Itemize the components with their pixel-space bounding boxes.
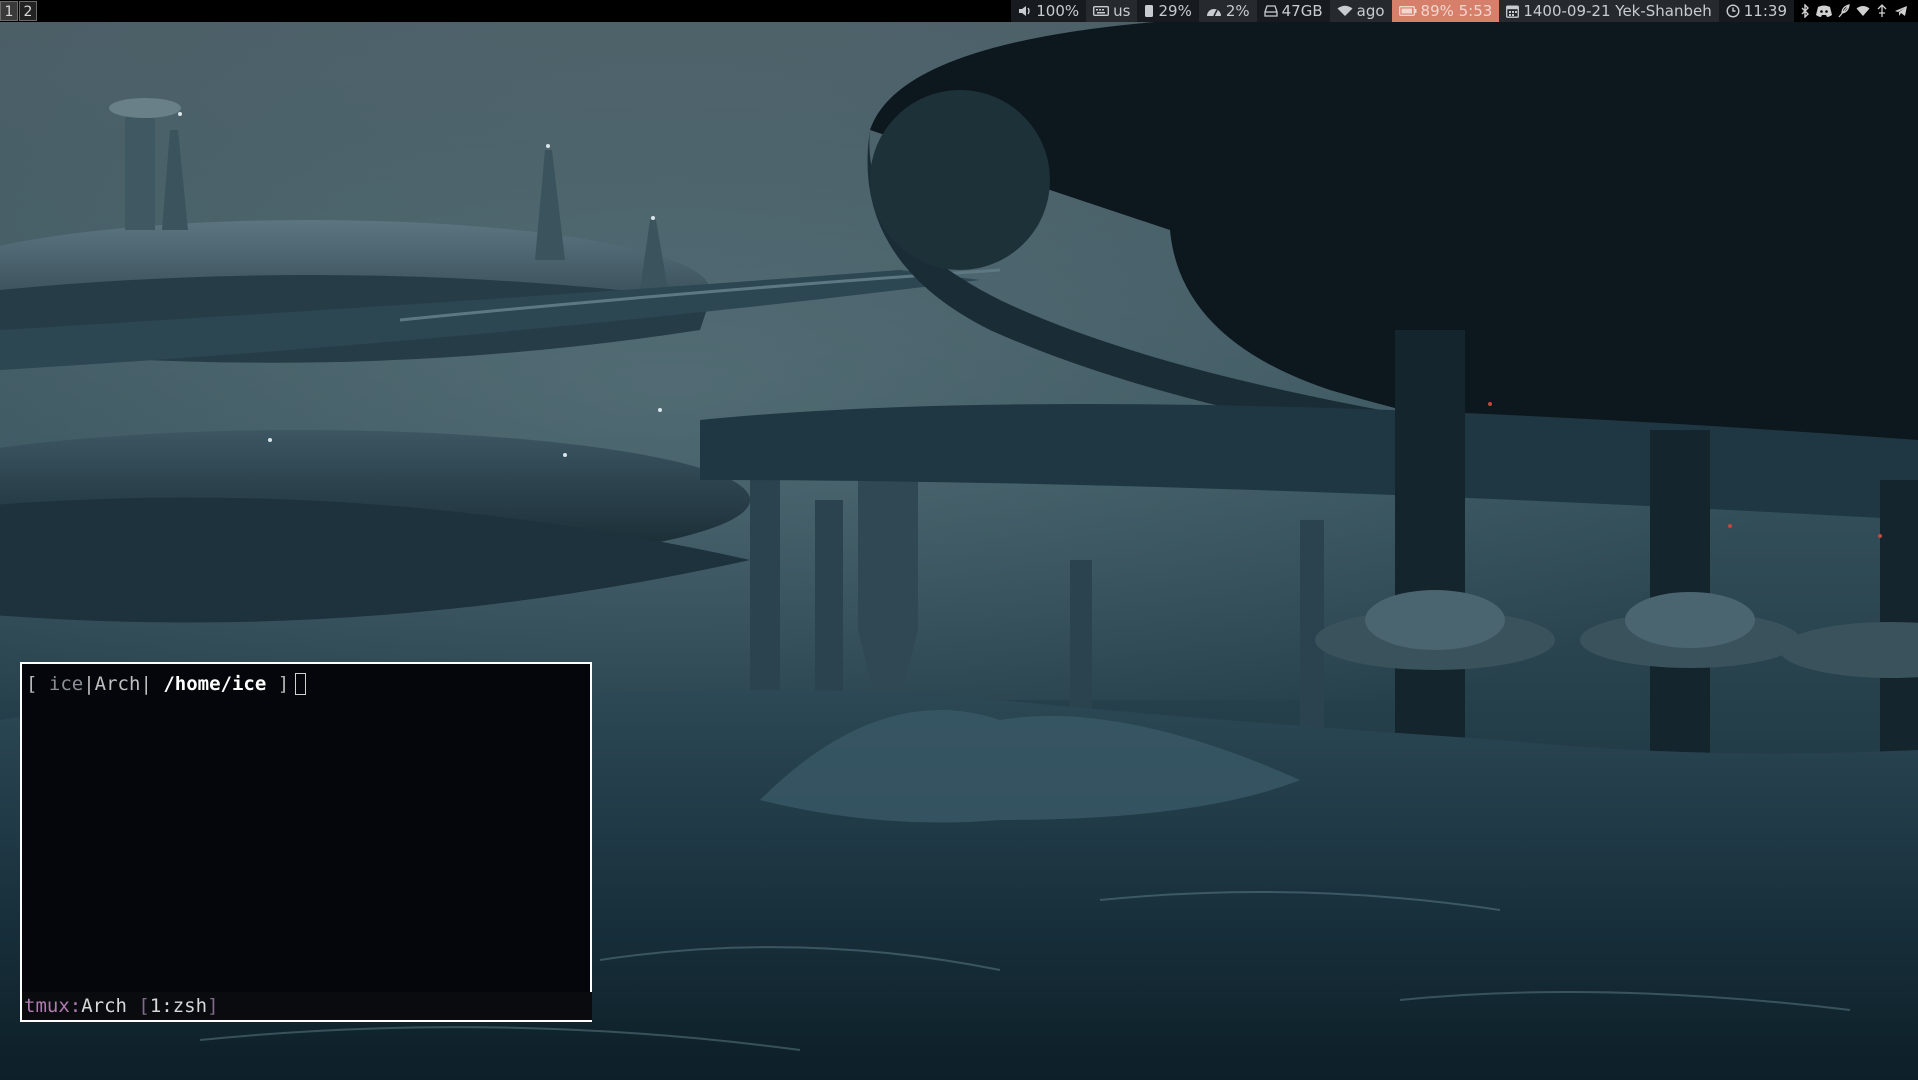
prompt-close-bracket: ] bbox=[266, 673, 290, 695]
prompt-path: /home/ice bbox=[163, 673, 267, 695]
prompt-host: Arch bbox=[94, 673, 141, 695]
disk-value: 47GB bbox=[1281, 2, 1323, 20]
volume-value: 100% bbox=[1036, 2, 1080, 20]
memory-value: 29% bbox=[1158, 2, 1192, 20]
wifi-tray-icon[interactable] bbox=[1856, 5, 1870, 17]
date-block[interactable]: 1400-09-21 Yek-Shanbeh bbox=[1499, 0, 1719, 22]
tmux-window-close-bracket: ] bbox=[207, 995, 219, 1017]
status-blocks: 100% us 29% 2% 47GB ago 89% 5:53 1400-09… bbox=[1011, 0, 1914, 22]
gauge-icon bbox=[1206, 5, 1222, 17]
tmux-session-name: Arch bbox=[81, 995, 127, 1017]
tmux-window-open-bracket: [ bbox=[126, 995, 150, 1017]
tmux-status-bar: tmux:Arch [1:zsh] bbox=[22, 992, 592, 1020]
tmux-label: tmux: bbox=[24, 995, 82, 1017]
prompt-separator-2: | bbox=[140, 673, 164, 695]
cpu-value: 2% bbox=[1225, 2, 1250, 20]
workspace-1-button[interactable]: 1 bbox=[0, 1, 18, 21]
memory-icon bbox=[1144, 4, 1154, 18]
feather-icon[interactable] bbox=[1838, 4, 1850, 18]
cpu-block[interactable]: 2% bbox=[1198, 0, 1257, 22]
wifi-icon bbox=[1337, 5, 1353, 17]
bluetooth-icon[interactable] bbox=[1800, 4, 1810, 18]
telegram-icon[interactable] bbox=[1894, 5, 1908, 17]
calendar-icon bbox=[1506, 4, 1520, 18]
keyboard-layout-value: us bbox=[1113, 2, 1131, 20]
text-cursor bbox=[295, 673, 307, 695]
keyboard-layout-block[interactable]: us bbox=[1086, 0, 1138, 22]
prompt-user: ice bbox=[48, 673, 84, 695]
workspace-switcher: 1 2 bbox=[0, 0, 38, 22]
volume-block[interactable]: 100% bbox=[1011, 0, 1087, 22]
speaker-icon bbox=[1018, 4, 1032, 18]
battery-icon bbox=[1398, 5, 1417, 17]
keyboard-icon bbox=[1093, 5, 1110, 17]
discord-icon[interactable] bbox=[1816, 5, 1832, 17]
system-tray bbox=[1794, 0, 1914, 22]
tmux-window-tab[interactable]: 1:zsh bbox=[150, 995, 207, 1017]
top-bar: 1 2 100% us 29% 2% 47GB ago 89% 5:53 140… bbox=[0, 0, 1918, 22]
disk-block[interactable]: 47GB bbox=[1256, 0, 1330, 22]
network-manager-icon[interactable] bbox=[1876, 4, 1888, 18]
prompt-open-bracket: [ bbox=[26, 673, 49, 695]
wifi-value: ago bbox=[1356, 2, 1385, 20]
terminal-window[interactable]: [ ice|Arch| /home/ice ] tmux:Arch [1:zsh… bbox=[20, 662, 592, 1022]
clock-value: 11:39 bbox=[1743, 2, 1787, 20]
date-value: 1400-09-21 Yek-Shanbeh bbox=[1523, 2, 1712, 20]
clock-icon bbox=[1726, 4, 1740, 18]
disk-icon bbox=[1263, 5, 1278, 17]
battery-value: 89% 5:53 bbox=[1420, 2, 1493, 20]
wifi-block[interactable]: ago bbox=[1329, 0, 1392, 22]
prompt-separator: | bbox=[83, 673, 95, 695]
desktop: 1 2 100% us 29% 2% 47GB ago 89% 5:53 140… bbox=[0, 0, 1918, 1080]
memory-block[interactable]: 29% bbox=[1137, 0, 1199, 22]
battery-block[interactable]: 89% 5:53 bbox=[1391, 0, 1500, 22]
workspace-2-button[interactable]: 2 bbox=[19, 1, 37, 21]
shell-prompt: [ ice|Arch| /home/ice ] bbox=[26, 672, 307, 696]
clock-block[interactable]: 11:39 bbox=[1718, 0, 1794, 22]
